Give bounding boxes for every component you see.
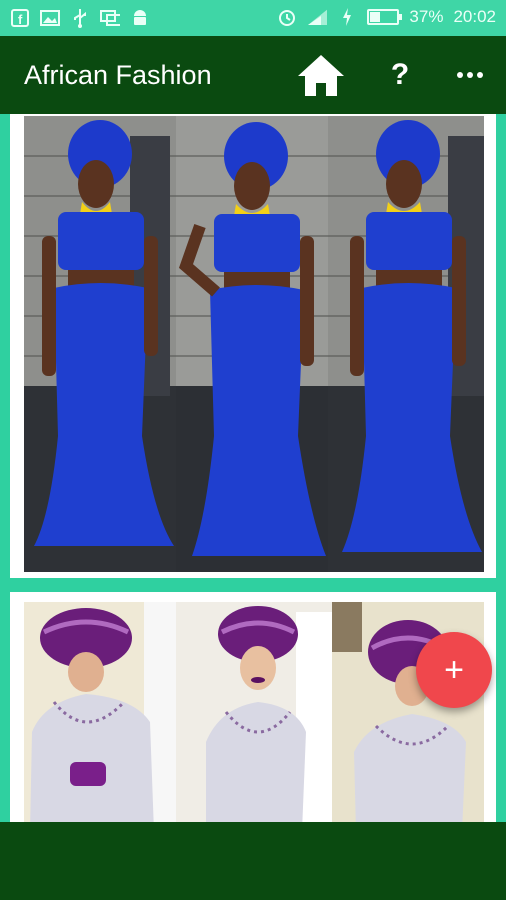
chat-notification-icon (100, 8, 120, 28)
app-bar: African Fashion ? (0, 36, 506, 114)
photo-panel (176, 116, 328, 572)
bottom-bar (0, 822, 506, 900)
image-notification-icon (40, 8, 60, 28)
photo-blue-lace-outfit[interactable] (24, 116, 484, 572)
svg-text:f: f (18, 12, 23, 27)
photo-panel (24, 116, 176, 572)
home-icon (298, 55, 344, 96)
clock: 20:02 (453, 7, 496, 26)
help-button[interactable]: ? (382, 54, 418, 96)
alarm-icon (277, 7, 297, 27)
facebook-notification-icon: f (10, 8, 30, 28)
battery-icon (367, 9, 403, 25)
battery-percent: 37% (409, 7, 444, 26)
android-icon (130, 8, 150, 28)
add-icon: + (444, 651, 464, 689)
home-button[interactable] (296, 51, 346, 99)
overflow-menu-icon (457, 72, 483, 78)
photo-list[interactable] (0, 114, 506, 822)
charging-icon (337, 7, 357, 27)
photo-white-lace-outfit[interactable] (24, 602, 484, 822)
photo-panel (328, 116, 484, 572)
add-button[interactable]: + (416, 632, 492, 708)
photo-panel (176, 602, 332, 822)
signal-icon (307, 7, 328, 27)
photo-card[interactable] (10, 114, 496, 578)
photo-panel (24, 602, 176, 822)
usb-icon (70, 8, 90, 28)
app-title: African Fashion (24, 60, 212, 90)
overflow-menu-button[interactable] (450, 54, 490, 96)
status-bar: f 37% 20:02 (0, 0, 506, 36)
